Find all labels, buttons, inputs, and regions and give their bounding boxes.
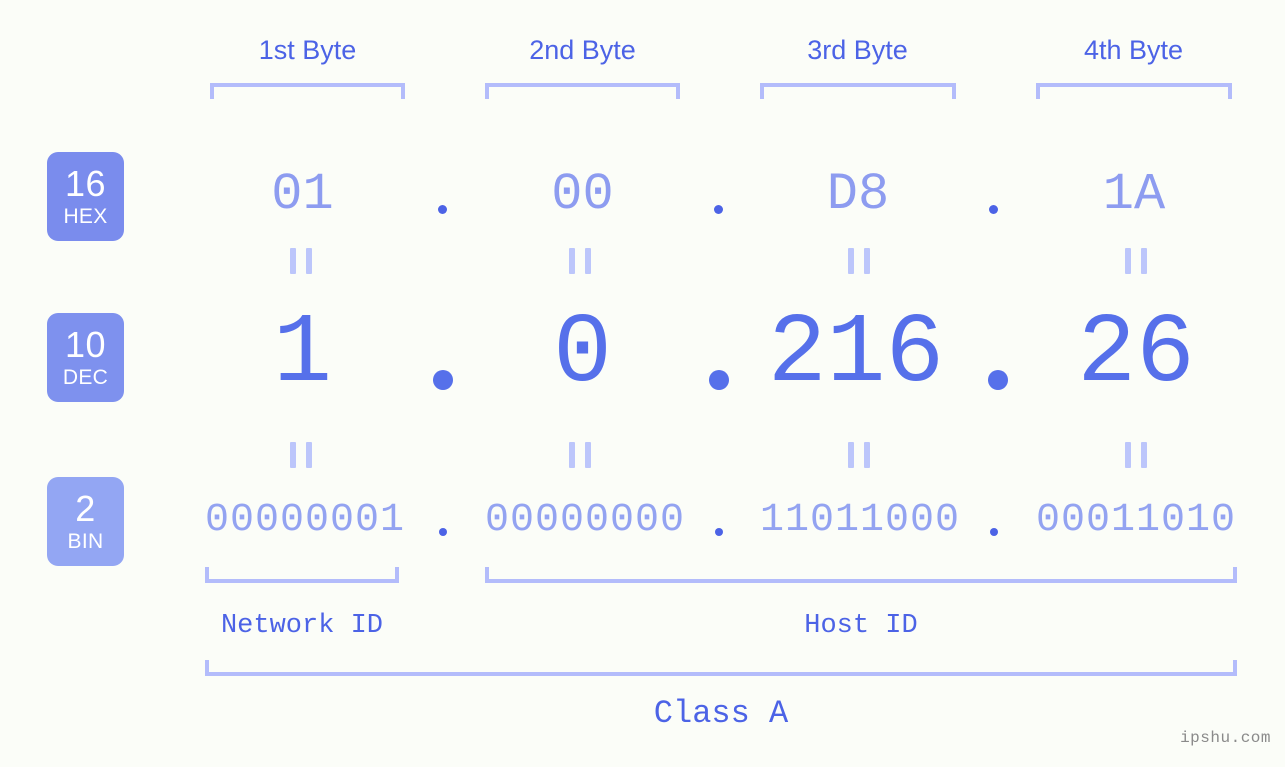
dec-byte-4: 26 [1077, 299, 1195, 410]
byte-bracket-4 [1036, 83, 1232, 99]
dot-icon [708, 370, 729, 390]
byte-header-label-3: 3rd Byte [807, 35, 908, 65]
dot-icon [438, 528, 447, 536]
hex-byte-1: 01 [271, 165, 334, 224]
bin-separator-3 [951, 492, 1036, 550]
dec-byte-2: 0 [553, 299, 612, 410]
host-id-label: Host ID [804, 611, 918, 641]
hex-separator-2 [676, 150, 761, 240]
bin-byte-3: 11011000 [760, 498, 961, 543]
hex-separator-1 [400, 150, 485, 240]
bin-separator-1 [400, 492, 485, 550]
hex-byte-3: D8 [826, 165, 890, 224]
byte-header-label-4: 4th Byte [1083, 35, 1184, 65]
equals-icon-dec-bin-4 [1125, 442, 1147, 468]
bin-byte-2: 00000000 [485, 498, 686, 543]
equals-icon-hex-dec-4 [1125, 248, 1147, 274]
equals-icon-hex-dec-3 [848, 248, 870, 274]
bin-separator-2 [676, 492, 761, 550]
equals-icon-dec-bin-2 [569, 442, 591, 468]
equals-icon-dec-bin-1 [290, 442, 312, 468]
byte-bracket-2 [485, 83, 680, 99]
host-id-bracket [485, 567, 1237, 583]
dot-icon [432, 370, 453, 390]
dot-icon [714, 528, 723, 536]
class-label: Class A [653, 695, 789, 732]
byte-header-label-2: 2nd Byte [529, 35, 636, 65]
hex-value-row: 01 00 D8 1A [0, 150, 1285, 240]
bin-byte-4: 00011010 [1036, 498, 1237, 543]
byte-bracket-1 [210, 83, 405, 99]
dot-icon [438, 204, 447, 214]
byte-bracket-3 [760, 83, 956, 99]
dot-icon [989, 528, 998, 536]
bin-byte-1: 00000001 [205, 498, 406, 543]
hex-byte-2: 00 [551, 165, 614, 224]
equals-icon-dec-bin-3 [848, 442, 870, 468]
equals-icon-hex-dec-1 [290, 248, 312, 274]
equals-icon-hex-dec-2 [569, 248, 591, 274]
network-id-bracket [205, 567, 399, 583]
dot-icon [714, 204, 723, 214]
hex-separator-3 [951, 150, 1036, 240]
dec-separator-3 [955, 300, 1040, 410]
dec-separator-2 [676, 300, 761, 410]
hex-byte-4: 1A [1102, 165, 1166, 224]
dec-byte-3: 216 [767, 299, 945, 410]
byte-header-label-1: 1st Byte [258, 35, 357, 65]
network-id-label: Network ID [220, 611, 384, 641]
ip-byte-breakdown-diagram: 1st Byte 2nd Byte 3rd Byte 4th Byte 16 H… [0, 0, 1285, 767]
watermark: ipshu.com [1180, 729, 1271, 747]
dot-icon [987, 370, 1008, 390]
dot-icon [989, 204, 998, 214]
dec-separator-1 [400, 300, 485, 410]
bin-value-row: 00000001 00000000 11011000 00011010 [0, 492, 1285, 550]
dec-byte-1: 1 [273, 299, 332, 410]
class-bracket [205, 660, 1237, 676]
dec-value-row: 1 0 216 26 [0, 300, 1285, 410]
